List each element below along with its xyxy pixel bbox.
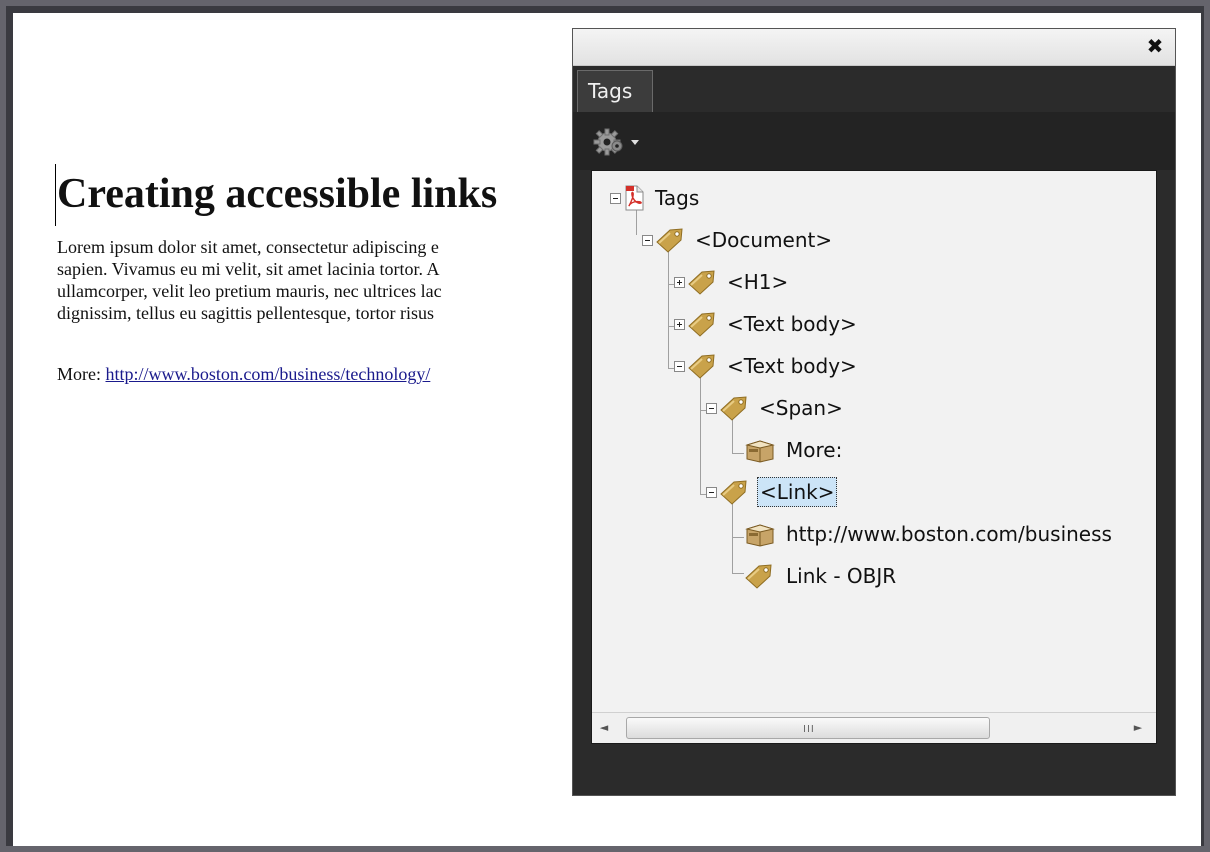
tree-connector — [732, 537, 744, 538]
expand-toggle[interactable] — [674, 276, 685, 288]
paragraph-line: ullamcorper, velit leo pretium mauris, n… — [57, 281, 442, 301]
tree-node-content-more[interactable]: More: — [744, 433, 844, 467]
tree-node-content-url[interactable]: http://www.boston.com/business — [744, 517, 1114, 551]
tree-node-text-body[interactable]: <Text body> — [674, 349, 859, 383]
tag-icon — [688, 270, 715, 295]
tags-panel: ✖ Tags Tags <Document> <H1> <Text body> … — [572, 28, 1176, 796]
scroll-grip: III — [803, 724, 815, 735]
tab-strip: Tags — [573, 66, 1175, 112]
tree-connector — [700, 376, 701, 494]
paragraph-line: Lorem ipsum dolor sit amet, consectetur … — [57, 237, 439, 257]
tree-node-label: <H1> — [727, 270, 789, 294]
tree-node-label-selected: <Link> — [757, 477, 838, 507]
collapse-toggle[interactable] — [706, 402, 717, 414]
close-button[interactable]: ✖ — [1145, 34, 1165, 58]
tree-node-label: <Document> — [695, 228, 833, 252]
panel-titlebar: ✖ — [573, 29, 1175, 66]
expand-toggle[interactable] — [674, 318, 685, 330]
tree-node-label: http://www.boston.com/business — [786, 522, 1112, 546]
paragraph-line: sapien. Vivamus eu mi velit, sit amet la… — [57, 259, 440, 279]
tree-connector — [732, 453, 744, 454]
tag-icon — [720, 396, 747, 421]
tag-icon — [656, 228, 683, 253]
pdf-icon — [625, 185, 644, 211]
horizontal-scrollbar[interactable]: ◄ III ► — [592, 712, 1156, 743]
tree-node-label: More: — [786, 438, 843, 462]
tag-icon — [745, 564, 772, 589]
tree-node-label: Tags — [655, 186, 700, 210]
tree-connector — [668, 251, 669, 369]
tree-node-label: <Text body> — [727, 312, 857, 336]
content-box-icon — [745, 440, 775, 463]
more-label: More: — [57, 364, 106, 384]
tag-icon — [688, 354, 715, 379]
tree-node-root[interactable]: Tags — [610, 181, 701, 215]
scroll-thumb[interactable]: III — [626, 717, 990, 739]
tag-icon — [688, 312, 715, 337]
more-link[interactable]: http://www.boston.com/business/technolog… — [106, 364, 431, 384]
tab-tags[interactable]: Tags — [577, 70, 653, 112]
tree-node-link[interactable]: <Link> — [706, 475, 838, 509]
collapse-toggle[interactable] — [674, 360, 685, 372]
tag-icon — [720, 480, 747, 505]
tree-connector — [732, 503, 733, 573]
scroll-left-arrow[interactable]: ◄ — [598, 721, 610, 735]
options-menu-button[interactable] — [593, 126, 643, 158]
tree-node-text-body[interactable]: <Text body> — [674, 307, 859, 341]
collapse-toggle[interactable] — [706, 486, 717, 498]
tree-node-span[interactable]: <Span> — [706, 391, 845, 425]
tree-node-label: <Span> — [759, 396, 843, 420]
collapse-toggle[interactable] — [610, 192, 621, 204]
tree-node-label: Link - OBJR — [786, 564, 897, 588]
chevron-down-icon — [631, 140, 639, 145]
tree-node-label: <Text body> — [727, 354, 857, 378]
collapse-toggle[interactable] — [642, 234, 653, 246]
text-caret — [55, 164, 56, 226]
tree-connector — [732, 573, 744, 574]
document-paragraph: Lorem ipsum dolor sit amet, consectetur … — [57, 236, 577, 324]
content-box-icon — [745, 524, 775, 547]
gear-icon — [593, 128, 639, 156]
paragraph-line: dignissim, tellus eu sagittis pellentesq… — [57, 303, 434, 323]
tags-tree[interactable]: Tags <Document> <H1> <Text body> <Text b… — [591, 170, 1157, 744]
more-line: More: http://www.boston.com/business/tec… — [57, 362, 430, 386]
panel-toolbar — [573, 112, 1175, 170]
tree-node-document[interactable]: <Document> — [642, 223, 834, 257]
tree-node-h1[interactable]: <H1> — [674, 265, 790, 299]
document-heading: Creating accessible links — [57, 171, 498, 217]
scroll-right-arrow[interactable]: ► — [1132, 721, 1144, 735]
tree-node-objr[interactable]: Link - OBJR — [744, 559, 898, 593]
